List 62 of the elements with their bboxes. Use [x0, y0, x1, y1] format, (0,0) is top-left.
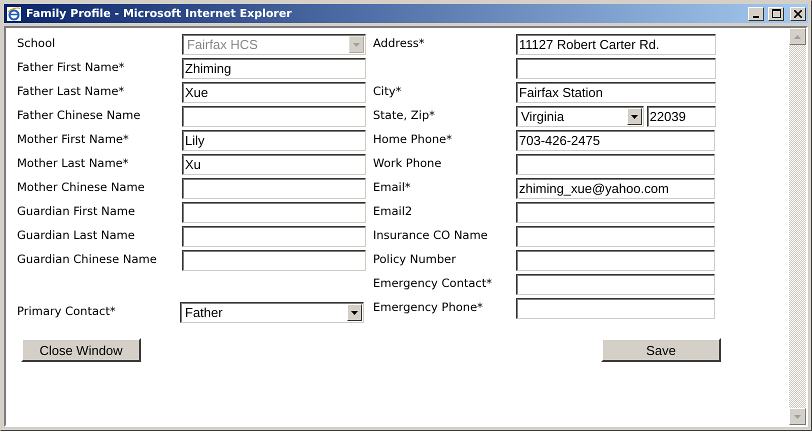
state-dropdown[interactable]: Virginia	[516, 106, 644, 127]
field-label: Email2	[373, 203, 412, 218]
input-field[interactable]: Zhiming	[182, 58, 366, 79]
input-field[interactable]	[182, 250, 366, 271]
up-arrow-icon	[793, 34, 802, 40]
input-field[interactable]	[516, 250, 715, 271]
field-label: Emergency Contact*	[373, 275, 492, 290]
caret-icon	[347, 304, 362, 321]
close-icon	[794, 10, 802, 18]
input-field[interactable]	[182, 202, 366, 223]
field-label: Policy Number	[373, 251, 456, 266]
input-field[interactable]	[516, 226, 715, 247]
input-dropdown[interactable]: Father	[180, 302, 364, 323]
field-label: Emergency Phone*	[373, 299, 483, 314]
field-label: Mother Chinese Name	[17, 179, 145, 194]
field-label: City*	[373, 83, 402, 98]
input-field[interactable]	[182, 106, 366, 127]
field-label: Address*	[373, 35, 425, 50]
field-label: Guardian Chinese Name	[17, 251, 157, 266]
close-button[interactable]	[790, 6, 806, 20]
field-label: Mother Last Name*	[17, 155, 129, 170]
input-field[interactable]	[516, 202, 715, 223]
field-label: Mother First Name*	[17, 131, 129, 146]
maximize-icon	[772, 9, 780, 18]
input-field[interactable]: 11127 Robert Carter Rd.	[516, 34, 716, 55]
input-field[interactable]	[182, 178, 366, 199]
input-field[interactable]	[516, 58, 716, 79]
field-label: Father Last Name*	[17, 83, 124, 98]
field-label: Email*	[373, 179, 411, 194]
zip-field[interactable]: 22039	[646, 106, 716, 127]
field-label: School	[17, 35, 56, 50]
input-field[interactable]	[516, 298, 715, 319]
save-button[interactable]: Save	[601, 338, 721, 362]
input-field[interactable]: 703-426-2475	[516, 130, 715, 151]
window-title: Family Profile - Microsoft Internet Explorer	[26, 7, 293, 20]
field-label: Father First Name*	[17, 59, 124, 74]
scroll-up-button[interactable]	[789, 28, 806, 45]
input-field[interactable]: Xu	[182, 154, 366, 175]
field-label: State, Zip*	[373, 107, 435, 122]
caret-icon	[349, 36, 364, 53]
input-field[interactable]: Xue	[182, 82, 366, 103]
field-label: Work Phone	[373, 155, 442, 170]
browser-icon	[6, 6, 22, 22]
maximize-button[interactable]	[768, 6, 784, 20]
scroll-down-button[interactable]	[789, 408, 806, 425]
minimize-icon	[753, 16, 759, 18]
field-label: Home Phone*	[373, 131, 452, 146]
field-label: Guardian Last Name	[17, 227, 135, 242]
down-arrow-icon	[793, 414, 802, 420]
field-label: Father Chinese Name	[17, 107, 140, 122]
field-label: Guardian First Name	[17, 203, 136, 218]
input-field[interactable]: Lily	[182, 130, 366, 151]
close-window-button[interactable]: Close Window	[21, 338, 141, 362]
input-field[interactable]	[182, 226, 366, 247]
input-field[interactable]: zhiming_xue@yahoo.com	[516, 178, 715, 199]
minimize-button[interactable]	[748, 6, 764, 20]
input-field[interactable]: Fairfax Station	[516, 82, 716, 103]
input-field[interactable]	[516, 274, 715, 295]
field-label: Primary Contact*	[17, 303, 116, 318]
input-field[interactable]	[516, 154, 715, 175]
field-label: Insurance CO Name	[373, 227, 488, 242]
caret-icon	[626, 108, 642, 125]
